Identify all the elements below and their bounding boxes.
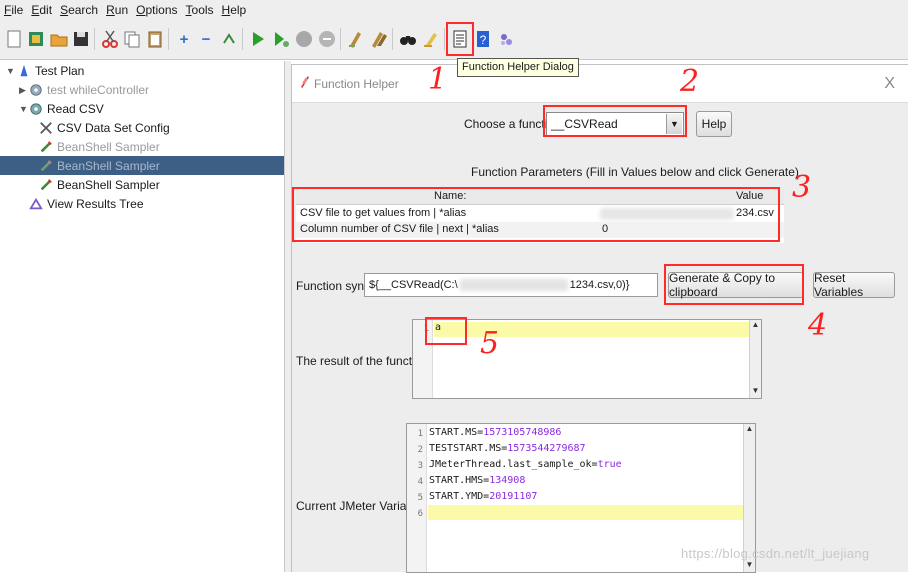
new-icon[interactable] bbox=[3, 28, 25, 50]
redacted-path bbox=[600, 208, 734, 220]
result-line: a bbox=[435, 322, 442, 333]
stop-icon[interactable] bbox=[293, 28, 315, 50]
tree-item-beanshell-sampler-2[interactable]: BeanShell Sampler bbox=[0, 156, 284, 175]
controller-icon bbox=[28, 82, 44, 98]
tree-item-beanshell-sampler-3[interactable]: BeanShell Sampler bbox=[38, 175, 160, 194]
menu-bar: File Edit Search Run Options Tools Help bbox=[0, 0, 908, 20]
variable-line: JMeterThread.last_sample_ok=true bbox=[429, 459, 622, 470]
thread-group-icon bbox=[28, 101, 44, 117]
sampler-icon bbox=[38, 158, 54, 174]
config-icon bbox=[38, 120, 54, 136]
sampler-icon bbox=[38, 139, 54, 155]
tree-item-while-controller[interactable]: test whileController bbox=[28, 80, 149, 99]
selected-function: __CSVRead bbox=[551, 117, 618, 131]
templates-icon[interactable] bbox=[25, 28, 47, 50]
menu-tools[interactable]: Tools bbox=[186, 3, 214, 17]
generate-copy-button[interactable]: Generate & Copy to clipboard bbox=[668, 271, 804, 299]
scroll-down-icon[interactable]: ▼ bbox=[744, 560, 755, 572]
collapsed-arrow-icon[interactable]: ▶ bbox=[19, 85, 26, 96]
reset-variables-button[interactable]: Reset Variables bbox=[813, 271, 895, 299]
open-icon[interactable] bbox=[48, 28, 70, 50]
table-header: Name: Value bbox=[296, 189, 784, 205]
function-syntax-field[interactable]: ${__CSVRead(C:\ 1234.csv,0)} bbox=[364, 273, 658, 297]
tree-item-test-plan[interactable]: Test Plan bbox=[16, 61, 84, 80]
copy-icon[interactable] bbox=[121, 28, 143, 50]
cut-icon[interactable] bbox=[99, 28, 121, 50]
menu-file[interactable]: File bbox=[4, 3, 23, 17]
tree-item-view-results-tree[interactable]: View Results Tree bbox=[28, 194, 144, 213]
dialog-title: Function Helper bbox=[314, 77, 399, 91]
collapse-icon[interactable]: − bbox=[195, 28, 217, 50]
function-select[interactable]: __CSVRead ▼ bbox=[546, 112, 684, 136]
clear-all-icon[interactable] bbox=[368, 28, 390, 50]
toolbar: + − ? bbox=[0, 20, 908, 60]
watermark: https://blog.csdn.net/lt_juejiang bbox=[681, 546, 870, 561]
shutdown-icon[interactable] bbox=[316, 28, 338, 50]
menu-search[interactable]: Search bbox=[60, 3, 98, 17]
toggle-icon[interactable] bbox=[218, 28, 240, 50]
svg-text:?: ? bbox=[480, 33, 487, 47]
log-viewer-icon[interactable] bbox=[495, 28, 517, 50]
tree-item-beanshell-sampler-1[interactable]: BeanShell Sampler bbox=[38, 137, 160, 156]
menu-edit[interactable]: Edit bbox=[31, 3, 52, 17]
test-plan-icon bbox=[16, 63, 32, 79]
table-row[interactable]: Column number of CSV file | next | *alia… bbox=[296, 222, 784, 238]
redacted-path bbox=[459, 279, 568, 291]
start-icon[interactable] bbox=[247, 28, 269, 50]
sampler-icon bbox=[38, 177, 54, 193]
result-text-area[interactable]: 1 a ▲ ▼ bbox=[412, 319, 762, 399]
tree-item-read-csv[interactable]: Read CSV bbox=[28, 99, 104, 118]
scroll-up-icon[interactable]: ▲ bbox=[744, 424, 755, 436]
tree-item-csv-data-set-config[interactable]: CSV Data Set Config bbox=[38, 118, 170, 137]
chevron-down-icon[interactable]: ▼ bbox=[666, 114, 682, 134]
listener-icon bbox=[28, 196, 44, 212]
help-icon[interactable]: ? bbox=[472, 28, 494, 50]
reset-search-icon[interactable] bbox=[420, 28, 442, 50]
close-icon[interactable]: X bbox=[884, 75, 895, 93]
variable-line: TESTSTART.MS=1573544279687 bbox=[429, 443, 586, 454]
start-no-pauses-icon[interactable] bbox=[270, 28, 292, 50]
variable-line: START.HMS=134908 bbox=[429, 475, 526, 486]
clear-icon[interactable] bbox=[345, 28, 367, 50]
help-button[interactable]: Help bbox=[696, 111, 732, 137]
table-row[interactable]: CSV file to get values from | *alias 234… bbox=[296, 206, 784, 222]
expand-arrow-icon[interactable]: ▼ bbox=[6, 66, 15, 76]
test-plan-tree: ▼ Test Plan ▶ test whileController ▼ Rea… bbox=[0, 61, 285, 572]
menu-run[interactable]: Run bbox=[106, 3, 128, 17]
parameters-heading: Function Parameters (Fill in Values belo… bbox=[471, 165, 799, 179]
param-value[interactable]: 234.csv bbox=[736, 207, 774, 219]
result-scrollbar[interactable]: ▲ ▼ bbox=[749, 320, 761, 398]
parameters-table: Name: Value CSV file to get values from … bbox=[296, 189, 784, 243]
param-name: CSV file to get values from | *alias bbox=[300, 207, 467, 219]
variable-line: START.YMD=20191107 bbox=[429, 491, 538, 502]
paste-icon[interactable] bbox=[144, 28, 166, 50]
scroll-up-icon[interactable]: ▲ bbox=[750, 320, 761, 332]
column-header-name: Name: bbox=[434, 190, 467, 202]
expand-arrow-icon[interactable]: ▼ bbox=[19, 104, 28, 114]
scroll-down-icon[interactable]: ▼ bbox=[750, 386, 761, 398]
function-helper-dialog: Function Helper X Choose a function __CS… bbox=[291, 64, 908, 573]
param-value[interactable]: 0 bbox=[602, 223, 608, 235]
search-icon[interactable] bbox=[397, 28, 419, 50]
column-header-value: Value bbox=[736, 190, 764, 202]
expand-icon[interactable]: + bbox=[173, 28, 195, 50]
dialog-title-bar: Function Helper X bbox=[292, 65, 908, 103]
tooltip-function-helper: Function Helper Dialog bbox=[457, 58, 579, 77]
param-name: Column number of CSV file | next | *alia… bbox=[300, 223, 499, 235]
function-helper-icon[interactable] bbox=[449, 28, 471, 50]
save-icon[interactable] bbox=[70, 28, 92, 50]
menu-help[interactable]: Help bbox=[222, 3, 247, 17]
feather-icon bbox=[300, 75, 310, 93]
menu-options[interactable]: Options bbox=[136, 3, 177, 17]
variable-line: START.MS=1573105748986 bbox=[429, 427, 562, 438]
